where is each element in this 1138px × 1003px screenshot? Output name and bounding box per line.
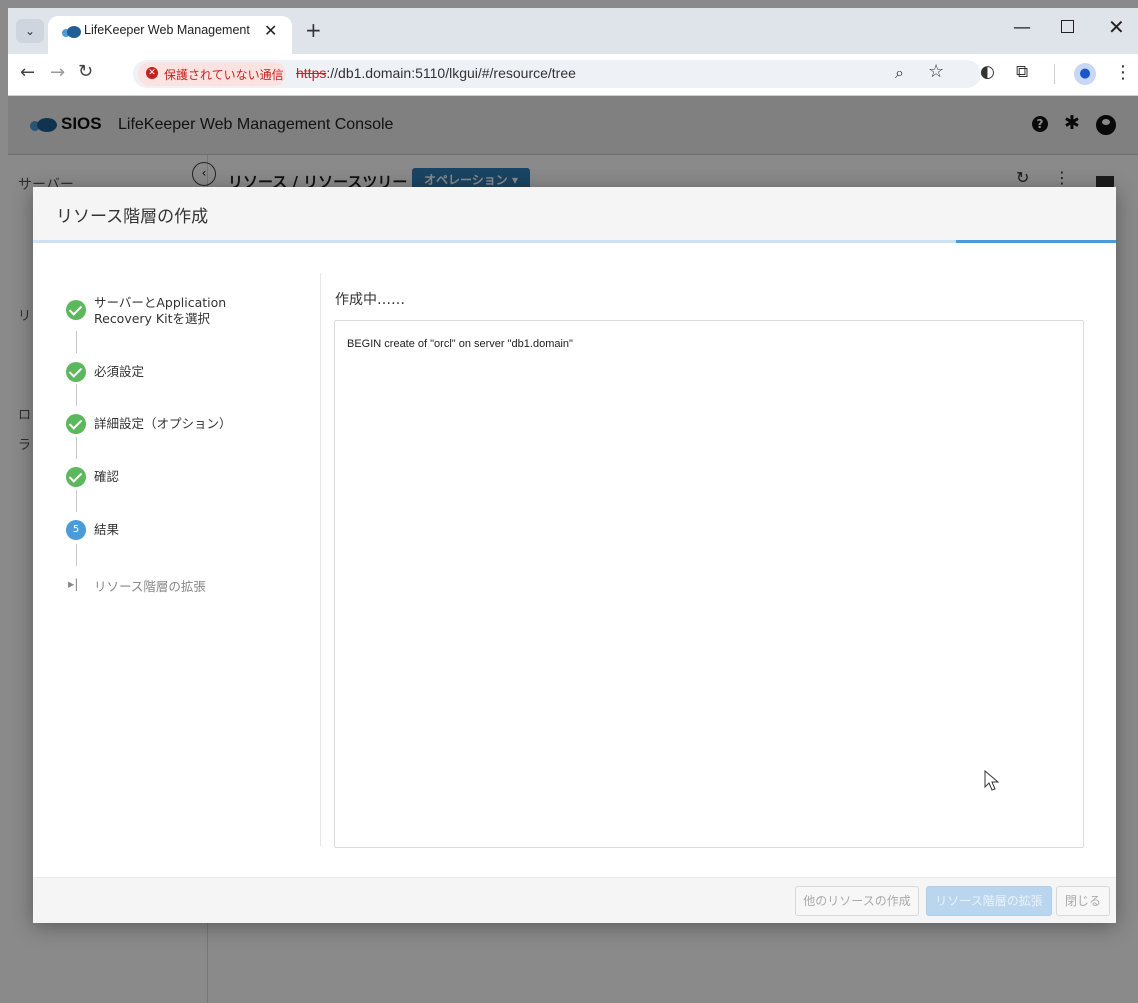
step-3-label: 詳細設定（オプション） (94, 416, 232, 431)
step-1-label: サーバーとApplication Recovery Kitを選択 (94, 295, 227, 326)
extend-hierarchy-button[interactable]: リソース階層の拡張 (926, 886, 1052, 916)
warning-icon: ✕ (146, 67, 158, 79)
window-close-icon[interactable]: ✕ (1108, 15, 1125, 39)
tab-search-dropdown-icon[interactable]: ⌄ (16, 19, 44, 43)
status-text: 作成中…… (335, 292, 405, 308)
puzzle-icon[interactable]: ⧉ (1016, 62, 1028, 82)
sios-favicon-icon (62, 26, 81, 38)
wizard-progress-track (33, 240, 1116, 243)
step-connector (76, 490, 77, 512)
step-6-label: リソース階層の拡張 (94, 579, 206, 594)
skip-step-icon: ▸| (68, 576, 79, 591)
step-3-check-icon (66, 414, 86, 434)
dialog-title: リソース階層の作成 (56, 207, 209, 227)
tab-close-icon[interactable]: ✕ (264, 21, 277, 40)
log-text: BEGIN create of "orcl" on server "db1.do… (347, 338, 573, 350)
bookmark-star-icon[interactable]: ☆ (928, 61, 944, 82)
forward-arrow-icon[interactable]: → (50, 62, 65, 83)
back-arrow-icon[interactable]: ← (20, 62, 35, 83)
url-scheme: https (296, 65, 327, 81)
toolbar-divider (1054, 64, 1055, 84)
close-button[interactable]: 閉じる (1056, 886, 1110, 916)
step-connector (76, 437, 77, 459)
security-label: 保護されていない通信 (164, 68, 284, 82)
step-2-label: 必須設定 (94, 364, 145, 379)
step-4-label: 確認 (94, 469, 120, 484)
steps-divider (320, 273, 321, 846)
mouse-pointer-icon (984, 770, 1000, 791)
profile-avatar-icon[interactable]: ● (1074, 63, 1096, 85)
log-output-box[interactable] (334, 320, 1084, 848)
zoom-icon[interactable]: ⌕ (895, 63, 904, 83)
create-other-resource-button[interactable]: 他のリソースの作成 (795, 886, 919, 916)
step-connector (76, 331, 77, 353)
step-5-label: 結果 (94, 522, 120, 537)
extension-icon[interactable]: ◐ (980, 62, 995, 82)
url-text[interactable]: https://db1.domain:5110/lkgui/#/resource… (296, 65, 576, 81)
window-maximize-icon[interactable] (1061, 20, 1074, 33)
step-5-number-badge: 5 (66, 520, 86, 540)
step-connector (76, 384, 77, 406)
window-minimize-icon[interactable]: — (1013, 17, 1031, 38)
wizard-progress-fill (956, 240, 1116, 243)
step-1-check-icon (66, 300, 86, 320)
reload-icon[interactable]: ↻ (78, 61, 93, 82)
browser-menu-icon[interactable]: ⋮ (1114, 62, 1132, 83)
new-tab-button[interactable]: + (305, 18, 322, 42)
url-path: ://db1.domain:5110/lkgui/#/resource/tree (326, 65, 576, 81)
step-4-check-icon (66, 467, 86, 487)
tab-title: LifeKeeper Web Management C (84, 23, 254, 37)
step-2-check-icon (66, 362, 86, 382)
step-connector (76, 544, 77, 566)
